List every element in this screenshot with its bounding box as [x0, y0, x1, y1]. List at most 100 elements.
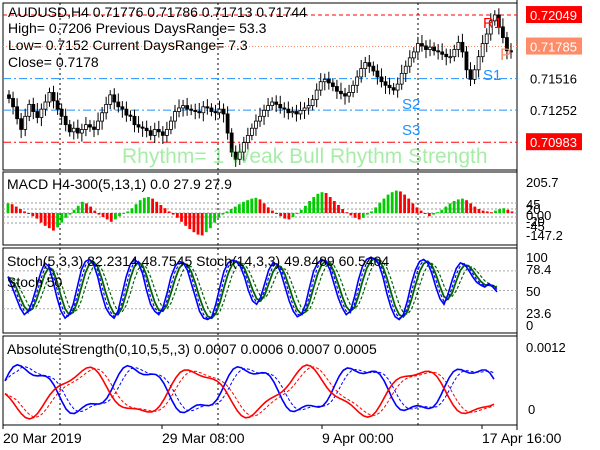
- candle-body: [205, 106, 210, 109]
- macd-histogram-bar: [14, 206, 18, 213]
- candle-body: [456, 41, 461, 50]
- candle-body: [484, 33, 489, 44]
- candle-body: [359, 68, 364, 78]
- macd-histogram-bar: [456, 199, 460, 213]
- macd-histogram-bar: [510, 211, 514, 213]
- macd-histogram-bar: [345, 212, 349, 214]
- candle-body: [189, 108, 194, 111]
- macd-histogram-bar: [275, 213, 278, 214]
- candle-body: [181, 105, 185, 109]
- candle-body: [209, 107, 214, 112]
- candle-body: [407, 57, 412, 67]
- macd-histogram-bar: [180, 213, 183, 222]
- candle-body: [310, 99, 315, 106]
- macd-histogram-bar: [262, 203, 266, 213]
- macd-histogram-bar: [85, 203, 88, 213]
- candle-body: [11, 98, 15, 108]
- macd-histogram-bar: [502, 208, 506, 213]
- macd-histogram-bar: [489, 212, 493, 214]
- macd-histogram-bar: [213, 213, 216, 223]
- candle-body: [63, 115, 68, 126]
- pivot-s3-label: S3: [402, 122, 420, 139]
- candle-body: [124, 108, 129, 116]
- candle-body: [460, 41, 465, 53]
- macd-histogram-bar: [35, 213, 39, 219]
- macd-histogram-bar: [258, 199, 262, 213]
- candle-body: [403, 65, 408, 74]
- candle-body: [395, 83, 400, 91]
- macd-histogram-bar: [506, 209, 510, 213]
- candle-body: [51, 92, 56, 102]
- candle-body: [169, 120, 173, 130]
- macd-histogram-bar: [394, 190, 398, 213]
- macd-histogram-bar: [481, 210, 485, 213]
- pivot-s1-label: S1: [483, 67, 501, 84]
- macd-histogram-bar: [225, 211, 229, 213]
- macd-histogram-bar: [485, 211, 489, 213]
- candle-body: [444, 53, 449, 58]
- candle-body: [112, 94, 117, 103]
- candle-body: [148, 130, 153, 136]
- macd-histogram-bar: [370, 211, 373, 213]
- candle-body: [120, 106, 125, 110]
- macd-histogram-bar: [155, 201, 159, 213]
- candle-body: [294, 111, 299, 115]
- candle-body: [343, 93, 347, 97]
- candle-body: [274, 101, 279, 105]
- abs-axis-label: 0.0012: [526, 340, 566, 355]
- candle-body: [411, 51, 416, 59]
- time-axis-label: 9 Apr 00:00: [322, 430, 394, 446]
- candle-body: [67, 124, 72, 133]
- macd-histogram-bar: [134, 204, 138, 213]
- candle-body: [193, 109, 198, 112]
- candle-body: [128, 114, 133, 117]
- macd-histogram-bar: [151, 198, 154, 213]
- candle-body: [104, 103, 109, 114]
- macd-histogram-bar: [60, 213, 64, 223]
- candle-body: [302, 107, 307, 111]
- candle-body: [27, 103, 32, 117]
- candle-body: [132, 115, 137, 126]
- macd-histogram-bar: [31, 213, 35, 217]
- candle-body: [415, 43, 420, 53]
- macd-histogram-bar: [316, 193, 320, 213]
- time-axis-label: 29 Mar 08:00: [162, 430, 245, 446]
- candle-body: [140, 126, 145, 129]
- macd-histogram-bar: [440, 209, 444, 213]
- macd-histogram-bar: [312, 197, 316, 213]
- macd-histogram-bar: [47, 213, 51, 229]
- macd-histogram-bar: [477, 209, 481, 213]
- macd-histogram-bar: [411, 203, 415, 213]
- macd-histogram-bar: [80, 201, 84, 213]
- candle-body: [136, 124, 141, 128]
- macd-histogram-bar: [361, 213, 365, 218]
- candle-body: [355, 76, 360, 86]
- macd-histogram-bar: [105, 213, 109, 220]
- macd-histogram-bar: [291, 213, 295, 217]
- macd-histogram-bar: [101, 213, 105, 217]
- macd-histogram-bar: [386, 194, 390, 213]
- macd-histogram-bar: [147, 197, 150, 213]
- price-tag-label: 0.70983: [530, 135, 577, 150]
- macd-histogram-bar: [304, 205, 307, 213]
- candle-body: [363, 62, 368, 70]
- candle-body: [464, 51, 469, 71]
- candle-body: [164, 129, 169, 136]
- macd-histogram-bar: [209, 213, 212, 229]
- candle-body: [59, 108, 64, 117]
- chart-symbol-line: AUDUSD,H4 0.71776 0.71786 0.71713 0.7174…: [8, 4, 307, 20]
- candle-body: [254, 120, 258, 129]
- macd-histogram-bar: [167, 211, 171, 213]
- abs-strength-title: AbsoluteStrength(0,10,5,5,,3) 0.0007 0.0…: [7, 341, 377, 357]
- macd-histogram-bar: [221, 213, 225, 215]
- macd-histogram-bar: [23, 211, 26, 213]
- chart-low-line: Low= 0.7152 Current DaysRange= 7.3: [8, 37, 248, 53]
- macd-histogram-bar: [118, 213, 121, 217]
- macd-histogram-bar: [320, 192, 324, 213]
- macd-histogram-bar: [266, 207, 270, 213]
- candle-body: [266, 105, 270, 111]
- pivot-s2-label: S2: [402, 96, 420, 113]
- candle-body: [399, 72, 404, 85]
- macd-histogram-bar: [469, 203, 473, 213]
- candle-body: [31, 103, 36, 112]
